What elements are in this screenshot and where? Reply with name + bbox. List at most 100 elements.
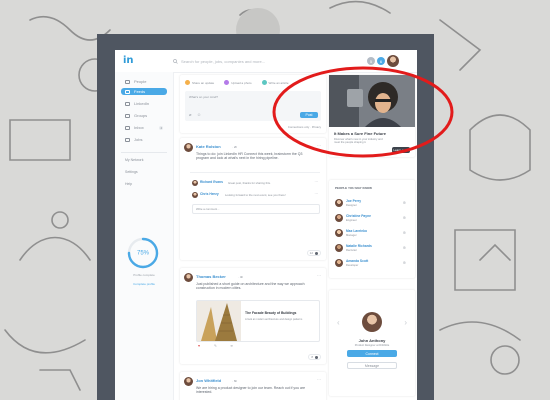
more-icon[interactable]: ⋯: [317, 273, 321, 278]
sidebar-link-network[interactable]: My Network: [125, 158, 143, 162]
link-title: The Facade Beauty of Buildings: [245, 311, 297, 315]
share-arrow-icon[interactable]: ➜: [230, 344, 233, 348]
attach-icon[interactable]: ⌀: [189, 112, 191, 117]
post-time: · 6h: [232, 379, 238, 383]
author-avatar[interactable]: [184, 143, 193, 152]
chevron-right-icon[interactable]: ›: [404, 318, 407, 327]
suggestion-name[interactable]: Max Lavrinko: [346, 229, 367, 233]
sidebar-item-label: LinkedIn: [134, 101, 150, 106]
link-image: [197, 301, 241, 341]
inbox-icon: [125, 125, 130, 130]
tab-share-update[interactable]: Share an update: [185, 80, 214, 85]
suggestion-name[interactable]: Natalie Richards: [346, 244, 372, 248]
count-label: 8: [311, 355, 313, 359]
more-icon[interactable]: ⋯: [317, 377, 321, 382]
add-connection-icon[interactable]: ⊕: [403, 230, 406, 235]
profile-caption: Profile complete: [133, 273, 155, 277]
jobs-icon: [125, 137, 130, 142]
sidebar-item-label: Jobs: [134, 137, 143, 142]
author-avatar[interactable]: [184, 377, 193, 386]
suggestion-avatar[interactable]: [335, 214, 343, 222]
update-icon: [185, 80, 190, 85]
post-text: Just published a short guide on architec…: [196, 282, 305, 291]
chevron-left-icon[interactable]: ‹: [337, 318, 340, 327]
suggestion-avatar[interactable]: [335, 229, 343, 237]
post-divider: [190, 172, 320, 173]
suggestion-item[interactable]: Christine Payne Engineer ⊕: [335, 213, 409, 224]
people-icon: [125, 79, 130, 84]
linkedin-logo[interactable]: in: [123, 55, 134, 66]
sidebar-link-settings[interactable]: Settings: [125, 170, 138, 174]
comment-more-icon[interactable]: ⋯: [315, 180, 319, 184]
comment-input[interactable]: Write a comment...: [192, 204, 320, 214]
suggestion-role: Manager: [346, 233, 357, 237]
comment-author[interactable]: Chris Henry: [200, 192, 219, 196]
suggestion-role: Designer: [346, 203, 357, 207]
post-share-count[interactable]: 8: [308, 354, 321, 360]
add-connection-icon[interactable]: ⊕: [403, 215, 406, 220]
suggestion-avatar[interactable]: [335, 259, 343, 267]
link-preview[interactable]: The Facade Beauty of Buildings A look at…: [196, 300, 320, 342]
add-connection-icon[interactable]: ⊕: [403, 200, 406, 205]
composer-placeholder: What's on your mind?: [189, 95, 218, 99]
suggestion-item[interactable]: Max Lavrinko Manager ⊕: [335, 228, 409, 239]
suggestion-name[interactable]: Amanda Scott: [346, 259, 368, 263]
sidebar-item-groups[interactable]: Groups: [121, 112, 167, 119]
comment-text: Looking forward to the next event, see y…: [225, 192, 286, 197]
commenter-avatar[interactable]: [192, 180, 198, 186]
comment-author[interactable]: Richard Evans: [200, 180, 223, 184]
people-suggestions-card: PEOPLE YOU MAY KNOW Joe Perry Designer ⊕ Ch…: [329, 180, 415, 278]
profile-avatar[interactable]: [362, 312, 382, 332]
connect-button[interactable]: Connect: [347, 350, 397, 357]
post-share-count[interactable]: 12: [306, 250, 321, 256]
add-connection-icon[interactable]: ⊕: [403, 245, 406, 250]
post-author[interactable]: Kate Rolston: [196, 144, 221, 149]
comment-placeholder: Write a comment...: [196, 207, 220, 211]
message-button[interactable]: Message: [347, 362, 397, 369]
author-avatar[interactable]: [184, 273, 193, 282]
sidebar-item-label: Groups: [134, 113, 148, 118]
feed-icon: [125, 89, 130, 94]
profile-role: Product Designer at Dribbble: [354, 344, 390, 347]
profile-card: ‹ › John Anthony Product Designer at Dri…: [329, 290, 415, 396]
sidebar-item-linkedin[interactable]: LinkedIn: [121, 100, 167, 107]
link-description: A look at modern architecture and design…: [245, 318, 303, 321]
post-author[interactable]: Thomas Becker: [196, 274, 226, 279]
share-icon: [315, 355, 318, 359]
tab-label: Upload a photo: [231, 80, 252, 85]
suggestion-name[interactable]: Joe Perry: [346, 199, 361, 203]
like-icon[interactable]: ♥: [198, 344, 200, 348]
suggestion-item[interactable]: Joe Perry Designer ⊕: [335, 198, 409, 209]
sidebar-item-people[interactable]: People: [121, 78, 167, 85]
suggestion-item[interactable]: Natalie Richards Recruiter ⊕: [335, 243, 409, 254]
post-time: · 2h: [232, 145, 238, 149]
search-input[interactable]: Search for people, jobs, companies and m…: [181, 59, 265, 64]
share-icon: [315, 251, 318, 255]
linkedin-icon: [125, 101, 130, 106]
sidebar-link-help[interactable]: Help: [125, 182, 132, 186]
count-label: 12: [309, 251, 313, 255]
tab-upload-photo[interactable]: Upload a photo: [224, 80, 252, 85]
comment-icon[interactable]: ✎: [214, 344, 217, 348]
suggestion-avatar[interactable]: [335, 244, 343, 252]
sidebar-item-feeds[interactable]: Feeds: [121, 88, 167, 95]
comment-more-icon[interactable]: ⋯: [315, 192, 319, 196]
complete-profile-link[interactable]: Complete profile: [125, 282, 163, 286]
commenter-avatar[interactable]: [192, 192, 198, 198]
suggestion-item[interactable]: Amanda Scott Developer ⊕: [335, 258, 409, 269]
tab-label: Share an update: [192, 80, 215, 85]
sidebar-item-jobs[interactable]: Jobs: [121, 136, 167, 143]
suggestion-avatar[interactable]: [335, 199, 343, 207]
photo-icon: [224, 80, 230, 85]
post-card: Jon Whitfield · 6h ⋯ We are hiring a pro…: [180, 372, 326, 400]
emoji-icon[interactable]: ☺: [197, 112, 201, 117]
sidebar-divider: [121, 152, 167, 153]
profile-percent: 75%: [137, 251, 150, 257]
post-author[interactable]: Jon Whitfield: [196, 378, 221, 383]
article-icon: [261, 80, 267, 85]
add-connection-icon[interactable]: ⊕: [403, 260, 406, 265]
profile-name[interactable]: John Anthony: [329, 338, 415, 343]
sidebar-item-inbox[interactable]: Inbox 4: [121, 124, 167, 131]
suggestion-name[interactable]: Christine Payne: [346, 214, 371, 218]
post-card: Thomas Becker · 4h ⋯ Just published a sh…: [180, 268, 326, 364]
